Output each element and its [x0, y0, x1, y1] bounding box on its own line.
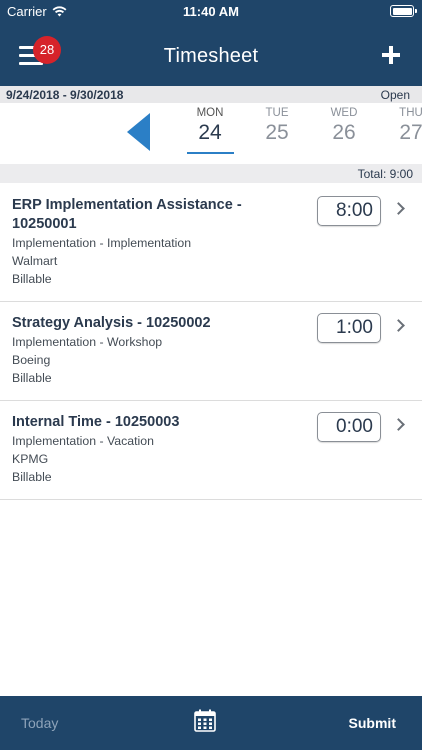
period-range: 9/24/2018 - 9/30/2018: [6, 88, 124, 102]
day-number: 27: [399, 121, 422, 144]
period-bar: 9/24/2018 - 9/30/2018 Open: [0, 86, 422, 103]
entry-title: Internal Time - 10250003: [12, 414, 180, 430]
submit-button[interactable]: Submit: [349, 715, 396, 731]
period-status: Open: [380, 88, 410, 102]
time-entry[interactable]: Internal Time - 10250003 Implementation …: [0, 401, 422, 500]
day-name: WED: [330, 107, 358, 119]
chevron-right-icon: [392, 319, 405, 332]
status-time: 11:40 AM: [183, 4, 239, 19]
entry-client: Boeing: [12, 353, 51, 367]
entry-hours-field[interactable]: 1:00: [317, 313, 381, 343]
day-name: THU: [399, 107, 422, 119]
bottom-toolbar: Today Submit: [0, 696, 422, 750]
entry-task: Implementation - Implementation: [12, 236, 192, 250]
day-number: 26: [332, 121, 356, 144]
day-name: MON: [196, 107, 224, 119]
day-mon[interactable]: MON 24: [185, 107, 235, 154]
today-button[interactable]: Today: [21, 715, 58, 731]
day-number: 25: [265, 121, 289, 144]
entry-billing: Billable: [12, 272, 52, 286]
day-name: TUE: [265, 107, 289, 119]
entry-client: KPMG: [12, 452, 49, 466]
entry-task: Implementation - Vacation: [12, 434, 154, 448]
previous-week-arrow-icon[interactable]: [127, 113, 150, 151]
entry-billing: Billable: [12, 371, 52, 385]
week-selector: MON 24 TUE 25 WED 26 THU 27: [0, 103, 422, 164]
battery-icon: [390, 5, 417, 17]
day-wed[interactable]: WED 26: [319, 107, 369, 145]
app-header: Carrier 11:40 AM 28 Timesheet: [0, 0, 422, 86]
entry-title: ERP Implementation Assistance - 10250001: [12, 197, 242, 232]
total-hours: Total: 9:00: [357, 167, 413, 181]
chevron-right-icon: [392, 418, 405, 431]
status-bar: Carrier 11:40 AM: [0, 0, 422, 22]
day-thu[interactable]: THU 27: [386, 107, 422, 145]
entry-client: Walmart: [12, 254, 58, 268]
page-title: Timesheet: [163, 45, 259, 67]
entry-billing: Billable: [12, 470, 52, 484]
add-entry-button[interactable]: [382, 46, 400, 64]
entry-task: Implementation - Workshop: [12, 335, 163, 349]
entry-hours-field[interactable]: 8:00: [317, 196, 381, 226]
day-number: 24: [198, 121, 222, 144]
total-bar: Total: 9:00: [0, 164, 422, 183]
chevron-right-icon: [392, 202, 405, 215]
time-entry[interactable]: ERP Implementation Assistance - 10250001…: [0, 183, 422, 302]
calendar-icon[interactable]: [194, 709, 216, 732]
entry-title: Strategy Analysis - 10250002: [12, 315, 211, 331]
entry-hours-field[interactable]: 0:00: [317, 412, 381, 442]
time-entry[interactable]: Strategy Analysis - 10250002 Implementat…: [0, 302, 422, 401]
day-tue[interactable]: TUE 25: [252, 107, 302, 145]
